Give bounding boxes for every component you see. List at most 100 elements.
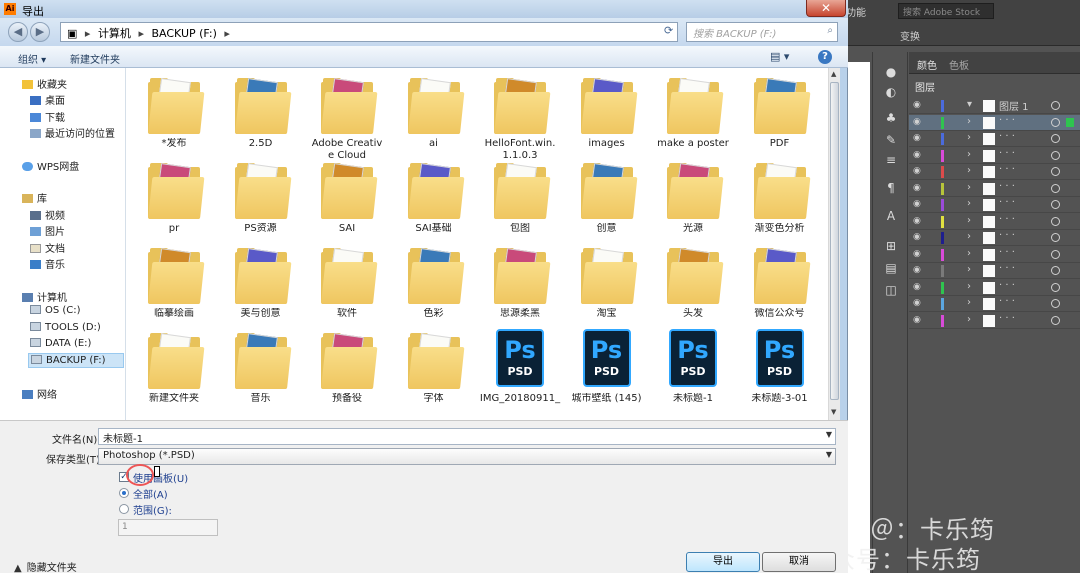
folder-item[interactable]: PDF xyxy=(736,70,824,154)
chevron-right-icon[interactable]: › xyxy=(967,116,971,127)
folder-item[interactable]: SAI xyxy=(303,155,391,239)
sublayer-row[interactable]: ◉ › · · · xyxy=(909,148,1080,164)
vertical-scrollbar[interactable]: ▲ ▼ xyxy=(828,68,840,420)
target-circle-icon[interactable] xyxy=(1051,216,1060,226)
nav-desktop[interactable]: 桌面 xyxy=(30,92,65,107)
stroke-icon[interactable]: ≡ xyxy=(881,152,901,168)
change-view-icon[interactable]: ▤ ▾ xyxy=(770,50,789,63)
nav-recent[interactable]: 最近访问的位置 xyxy=(30,125,115,140)
folder-item[interactable]: images xyxy=(563,70,651,154)
visibility-eye-icon[interactable]: ◉ xyxy=(913,100,921,110)
layer-name[interactable]: 图层 1 xyxy=(999,98,1029,113)
nav-network[interactable]: 网络 xyxy=(22,386,57,401)
visibility-eye-icon[interactable]: ◉ xyxy=(913,282,921,292)
transform-icon[interactable]: ▤ xyxy=(881,260,901,276)
breadcrumb-drive[interactable]: BACKUP (F:) xyxy=(151,27,216,40)
folder-item[interactable]: 音乐 xyxy=(217,325,305,409)
folder-item[interactable]: 思源柔黑 xyxy=(476,240,564,324)
folder-item[interactable]: Adobe Creative Cloud xyxy=(303,70,391,161)
nav-downloads[interactable]: 下载 xyxy=(30,109,65,124)
help-icon[interactable]: ? xyxy=(818,50,832,64)
workspace-label[interactable]: 功能 xyxy=(846,4,866,19)
visibility-eye-icon[interactable]: ◉ xyxy=(913,166,921,176)
chevron-right-icon[interactable]: › xyxy=(967,215,971,226)
chevron-right-icon[interactable]: › xyxy=(967,281,971,292)
breadcrumb[interactable]: ▣ ▸ 计算机 ▸ BACKUP (F:) ▸ xyxy=(60,22,678,42)
folder-item[interactable]: 临摹绘画 xyxy=(130,240,218,324)
folder-item[interactable]: 新建文件夹 xyxy=(130,325,218,409)
target-circle-icon[interactable] xyxy=(1051,200,1060,209)
target-circle-icon[interactable] xyxy=(1051,117,1060,127)
target-circle-icon[interactable] xyxy=(1051,233,1060,242)
new-folder-button[interactable]: 新建文件夹 xyxy=(70,51,120,66)
sublayer-row[interactable]: ◉ › · · · xyxy=(909,214,1080,230)
sublayer-row[interactable]: ◉ › · · · xyxy=(909,114,1080,131)
folder-item[interactable]: 包图 xyxy=(476,155,564,239)
sublayer-row[interactable]: ◉ › · · · xyxy=(909,247,1080,263)
filetype-select[interactable]: Photoshop (*.PSD) ▼ xyxy=(98,448,836,465)
search-icon[interactable]: ⌕ xyxy=(827,25,833,36)
pathfinder-icon[interactable]: ◫ xyxy=(881,282,901,298)
folder-item[interactable]: *发布 xyxy=(130,70,218,154)
folder-item[interactable]: HelloFont.win.1.1.0.3 xyxy=(476,70,564,161)
chevron-right-icon[interactable]: › xyxy=(967,248,971,259)
cancel-button[interactable]: 取消 xyxy=(762,552,836,572)
folder-item[interactable]: 微信公众号 xyxy=(736,240,824,324)
sublayer-row[interactable]: ◉ › · · · xyxy=(909,263,1080,279)
range-radio[interactable] xyxy=(119,504,129,514)
chevron-right-icon[interactable]: › xyxy=(967,297,971,308)
nav-music[interactable]: 音乐 xyxy=(30,256,65,271)
target-circle-icon[interactable] xyxy=(1051,299,1060,308)
visibility-eye-icon[interactable]: ◉ xyxy=(913,216,921,226)
target-circle-icon[interactable] xyxy=(1051,315,1060,325)
chevron-right-icon[interactable]: › xyxy=(967,198,971,209)
chevron-down-icon[interactable]: ▼ xyxy=(826,430,832,439)
folder-item[interactable]: 渐变色分析 xyxy=(736,155,824,239)
folder-item[interactable]: make a poster xyxy=(649,70,737,154)
target-circle-icon[interactable] xyxy=(1051,167,1060,176)
search-input[interactable]: 搜索 BACKUP (F:) ⌕ xyxy=(686,22,838,42)
chevron-right-icon[interactable]: › xyxy=(967,231,971,242)
sublayer-row[interactable]: ◉ › · · · xyxy=(909,197,1080,213)
refresh-icon[interactable]: ⟳ xyxy=(664,24,678,38)
folder-item[interactable]: 预备役 xyxy=(303,325,391,409)
export-button[interactable]: 导出 xyxy=(686,552,760,572)
align-icon[interactable]: ⊞ xyxy=(881,238,901,254)
folder-item[interactable]: 色彩 xyxy=(390,240,478,324)
nav-drive-e[interactable]: DATA (E:) xyxy=(30,338,91,349)
transform-label[interactable]: 变换 xyxy=(900,28,920,43)
visibility-eye-icon[interactable]: ◉ xyxy=(913,298,921,308)
target-circle-icon[interactable] xyxy=(1051,282,1060,292)
folder-item[interactable]: ai xyxy=(390,70,478,154)
range-label[interactable]: 范围(G): xyxy=(133,502,172,517)
selection-square-icon[interactable] xyxy=(1066,117,1074,127)
sublayer-row[interactable]: ◉ › · · · xyxy=(909,131,1080,147)
folder-item[interactable]: 头发 xyxy=(649,240,737,324)
visibility-eye-icon[interactable]: ◉ xyxy=(913,315,921,325)
nav-drive-c[interactable]: OS (C:) xyxy=(30,305,81,316)
sublayer-row[interactable]: ◉ › · · · xyxy=(909,280,1080,296)
scrollbar-thumb[interactable] xyxy=(830,82,839,400)
organize-menu[interactable]: 组织 ▾ xyxy=(18,51,46,66)
nav-videos[interactable]: 视频 xyxy=(30,207,65,222)
nav-drive-d[interactable]: TOOLS (D:) xyxy=(30,322,101,333)
visibility-eye-icon[interactable]: ◉ xyxy=(913,150,921,160)
chevron-right-icon[interactable]: › xyxy=(967,182,971,193)
forward-icon[interactable]: ▶ xyxy=(30,22,50,42)
visibility-eye-icon[interactable]: ◉ xyxy=(913,232,921,242)
tab-color[interactable]: 颜色 xyxy=(917,57,937,72)
nav-pictures[interactable]: 图片 xyxy=(30,223,65,238)
folder-item[interactable]: 2.5D xyxy=(217,70,305,154)
visibility-eye-icon[interactable]: ◉ xyxy=(913,117,921,127)
nav-documents[interactable]: 文档 xyxy=(30,240,65,255)
all-radio[interactable] xyxy=(119,488,129,498)
hide-folders-toggle[interactable]: ▲ 隐藏文件夹 xyxy=(14,559,77,573)
range-input[interactable]: 1 xyxy=(118,519,218,536)
chevron-right-icon[interactable]: › xyxy=(967,264,971,275)
folder-item[interactable]: 软件 xyxy=(303,240,391,324)
color-guide-icon[interactable]: ◐ xyxy=(881,84,901,100)
sublayer-row[interactable]: ◉ › · · · xyxy=(909,296,1080,312)
visibility-eye-icon[interactable]: ◉ xyxy=(913,183,921,193)
brushes-icon[interactable]: ✎ xyxy=(881,132,901,148)
chevron-down-icon[interactable]: ▼ xyxy=(826,450,832,459)
